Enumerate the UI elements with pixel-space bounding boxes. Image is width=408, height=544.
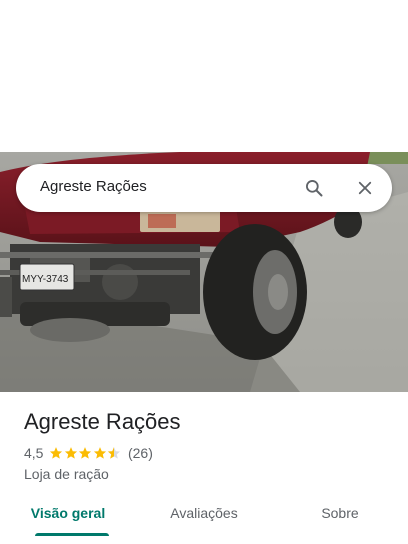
tab-reviews[interactable]: Avaliações: [136, 494, 272, 536]
star-icon: [64, 447, 78, 459]
search-icon[interactable]: [300, 174, 328, 202]
star-icon: [50, 447, 63, 459]
rating-stars: [49, 446, 122, 460]
star-icon: [79, 447, 92, 459]
rating-value: 4,5: [24, 445, 44, 461]
search-bar[interactable]: Agreste Rações: [16, 164, 392, 212]
tab-about[interactable]: Sobre: [272, 494, 408, 536]
rating-row[interactable]: 4,5 (26): [24, 444, 392, 462]
star-icon: [93, 447, 107, 459]
place-category: Loja de ração: [24, 466, 109, 482]
photo-plate-text: MYY-3743: [22, 274, 69, 285]
place-tabs: Visão geral Avaliações Sobre: [0, 494, 408, 536]
place-info: Agreste Rações 4,5 (26) Loja de ração: [24, 408, 392, 482]
star-half-icon: [108, 447, 121, 459]
place-title: Agreste Rações: [24, 409, 181, 434]
close-icon[interactable]: [351, 174, 379, 202]
search-input[interactable]: Agreste Rações: [40, 178, 147, 195]
tab-overview[interactable]: Visão geral: [0, 494, 136, 536]
active-tab-indicator: [35, 533, 109, 536]
review-count[interactable]: (26): [128, 445, 153, 461]
